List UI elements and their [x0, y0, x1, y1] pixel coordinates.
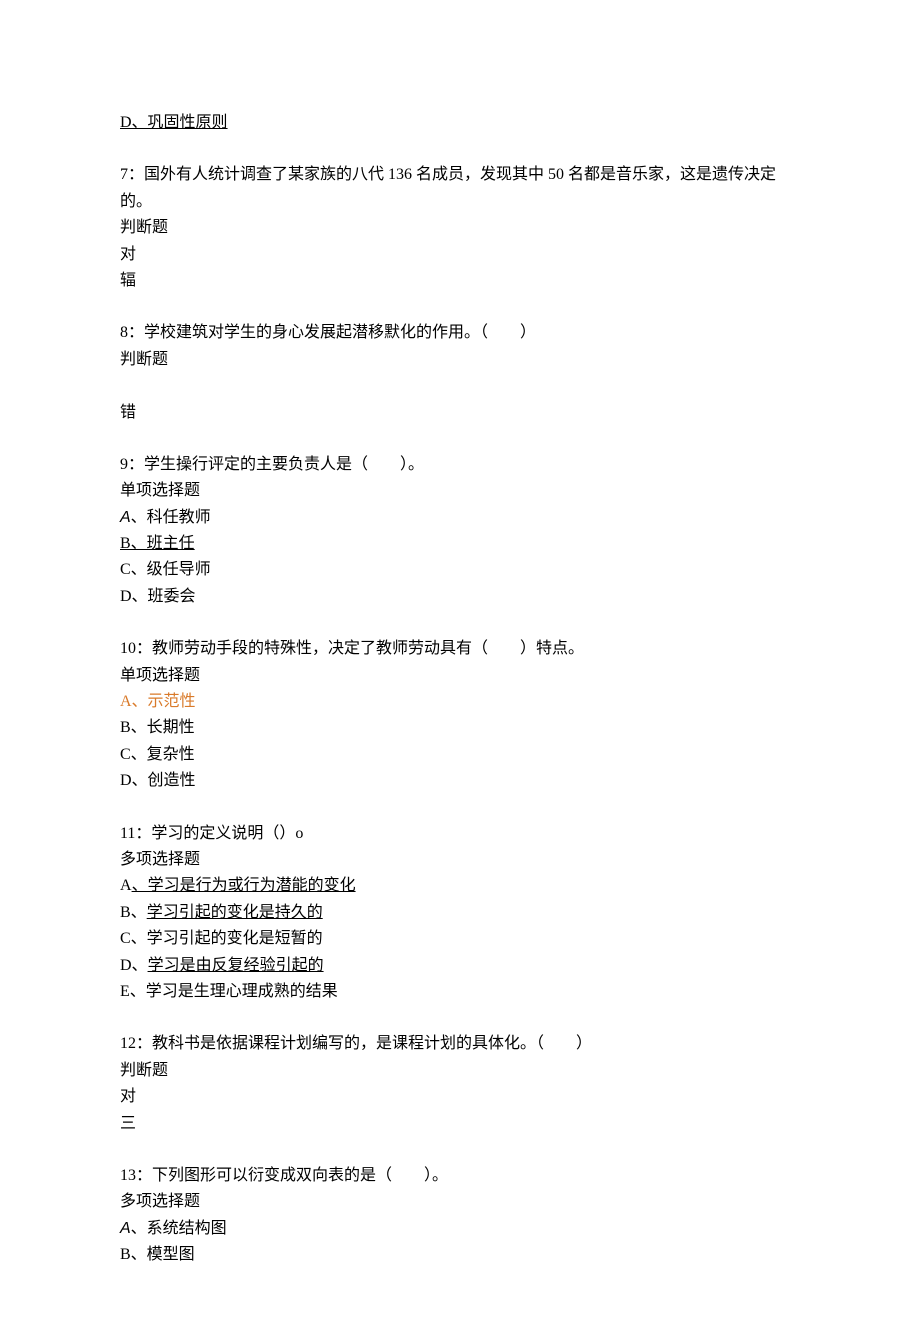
question-7: 7：国外有人统计调查了某家族的八代 136 名成员，发现其中 50 名都是音乐家…: [120, 162, 800, 294]
question-type: 多项选择题: [120, 1189, 800, 1215]
question-type: 判断题: [120, 215, 800, 241]
option-d-prefix: D、: [120, 957, 148, 974]
option-d: D、巩固性原则: [120, 110, 800, 136]
question-stem: 7：国外有人统计调查了某家族的八代 136 名成员，发现其中 50 名都是音乐家…: [120, 162, 800, 215]
question-type: 单项选择题: [120, 478, 800, 504]
question-stem: 9：学生操行评定的主要负责人是（ ）。: [120, 452, 800, 478]
question-stem: 8：学校建筑对学生的身心发展起潜移默化的作用。（ ）: [120, 320, 800, 346]
question-stem: 13：下列图形可以衍变成双向表的是（ ）。: [120, 1163, 800, 1189]
question-type: 判断题: [120, 347, 800, 373]
option-a-prefix: A: [120, 877, 132, 894]
option-b: B、长期性: [120, 715, 800, 741]
option-false: 错: [120, 400, 800, 426]
option-d: D、班委会: [120, 584, 800, 610]
question-stem: 12：教科书是依据课程计划编写的，是课程计划的具体化。（ ）: [120, 1031, 800, 1057]
question-12: 12：教科书是依据课程计划编写的，是课程计划的具体化。（ ） 判断题 对 三: [120, 1031, 800, 1137]
option-a-text: 、系统结构图: [131, 1220, 227, 1237]
option-d: D、创造性: [120, 768, 800, 794]
option-d: D、学习是由反复经验引起的: [120, 953, 800, 979]
option-b: B、学习引起的变化是持久的: [120, 900, 800, 926]
question-stem: 11：学习的定义说明（）o: [120, 821, 800, 847]
option-true: 对: [120, 1084, 800, 1110]
option-c: C、复杂性: [120, 742, 800, 768]
option-d-text: 学习是由反复经验引起的: [148, 957, 324, 974]
question-8: 8：学校建筑对学生的身心发展起潜移默化的作用。（ ） 判断题 错: [120, 320, 800, 426]
question-type: 判断题: [120, 1058, 800, 1084]
option-b: B、模型图: [120, 1242, 800, 1268]
option-blank: [120, 373, 800, 399]
option-c: C、学习引起的变化是短暂的: [120, 926, 800, 952]
letter-a: A: [120, 509, 131, 526]
question-type: 单项选择题: [120, 663, 800, 689]
question-13: 13：下列图形可以衍变成双向表的是（ ）。 多项选择题 A、系统结构图 B、模型…: [120, 1163, 800, 1269]
option-a: A、科任教师: [120, 505, 800, 531]
letter-a: A: [120, 1220, 131, 1237]
option-b-prefix: B、: [120, 904, 147, 921]
option-a-text: 、科任教师: [131, 509, 211, 526]
option-e: E、学习是生理心理成熟的结果: [120, 979, 800, 1005]
question-6-fragment: D、巩固性原则: [120, 110, 800, 136]
question-stem: 10：教师劳动手段的特殊性，决定了教师劳动具有（ ）特点。: [120, 636, 800, 662]
option-b-text: 学习引起的变化是持久的: [147, 904, 323, 921]
option-a: A、学习是行为或行为潜能的变化: [120, 873, 800, 899]
option-true: 对: [120, 242, 800, 268]
question-type: 多项选择题: [120, 847, 800, 873]
option-false: 辐: [120, 268, 800, 294]
option-c: C、级任导师: [120, 557, 800, 583]
option-a: A、示范性: [120, 689, 800, 715]
question-9: 9：学生操行评定的主要负责人是（ ）。 单项选择题 A、科任教师 B、班主任 C…: [120, 452, 800, 610]
option-a: A、系统结构图: [120, 1216, 800, 1242]
question-10: 10：教师劳动手段的特殊性，决定了教师劳动具有（ ）特点。 单项选择题 A、示范…: [120, 636, 800, 794]
option-a-text: 、学习是行为或行为潜能的变化: [132, 877, 356, 894]
option-false: 三: [120, 1111, 800, 1137]
question-11: 11：学习的定义说明（）o 多项选择题 A、学习是行为或行为潜能的变化 B、学习…: [120, 821, 800, 1006]
option-b: B、班主任: [120, 531, 800, 557]
